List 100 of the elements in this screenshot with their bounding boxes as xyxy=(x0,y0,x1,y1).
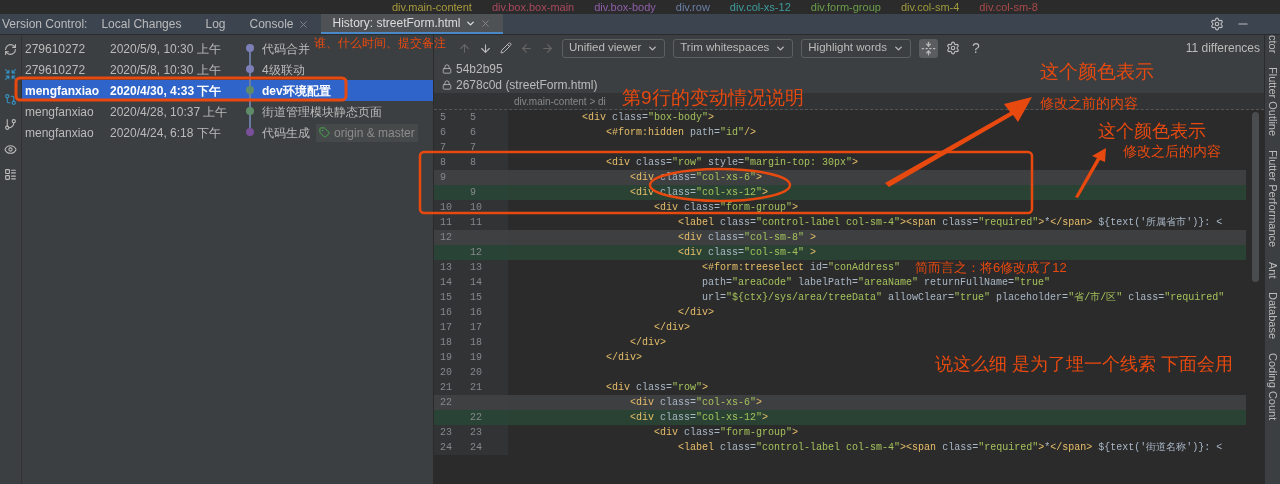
annotation-text: 第9行的变动情况说明 xyxy=(622,88,804,107)
annotation-text: 谁、什么时间、提交备注 xyxy=(314,37,446,49)
side-tab[interactable]: Flutter Performance xyxy=(1264,150,1280,248)
line-number: 13 xyxy=(470,261,482,275)
arrow xyxy=(1075,148,1106,198)
side-tab[interactable]: Coding Count xyxy=(1264,353,1280,421)
collapse-button[interactable] xyxy=(918,38,938,58)
line-number: 17 xyxy=(440,321,452,335)
commit-row[interactable]: 279610272 2020/5/9, 10:30 上午 代码合并 xyxy=(22,38,310,59)
line-number: 20 xyxy=(440,366,452,380)
back-icon[interactable] xyxy=(520,41,533,55)
line-number: 18 xyxy=(470,336,482,350)
arrow-up-icon[interactable] xyxy=(458,41,471,55)
graph-node-icon xyxy=(245,80,255,101)
commit-date: 2020/4/24, 6:18 下午 xyxy=(110,124,221,142)
line-number: 22 xyxy=(470,411,482,425)
tool-tab[interactable]: Local Changes xyxy=(89,14,194,34)
commit-author: mengfanxiao xyxy=(24,124,95,142)
line-number: 6 xyxy=(440,126,446,140)
layout-icon[interactable] xyxy=(4,168,17,181)
line-number: 11 xyxy=(440,216,452,230)
tool-tab[interactable]: Console xyxy=(237,14,321,34)
breadcrumb-item[interactable]: div.col-xs-12 xyxy=(729,0,791,14)
dropdown[interactable]: Unified viewer xyxy=(562,38,666,58)
settings-icon[interactable] xyxy=(945,41,960,55)
scrollbar-track[interactable] xyxy=(1246,110,1264,484)
line-number: 14 xyxy=(440,276,452,290)
tool-tab[interactable]: Log xyxy=(193,14,238,34)
commit-author: mengfanxiao xyxy=(24,82,100,100)
line-number: 22 xyxy=(440,396,452,410)
line-number: 12 xyxy=(470,246,482,260)
line-number: 7 xyxy=(440,141,446,155)
line-number: 8 xyxy=(470,156,476,170)
dropdown[interactable]: Highlight words xyxy=(801,38,911,58)
breadcrumb-item[interactable]: div.box-body xyxy=(594,0,656,14)
commit-date: 2020/4/30, 4:33 下午 xyxy=(110,82,222,100)
refresh-icon[interactable] xyxy=(4,43,17,56)
compare-icon[interactable] xyxy=(4,93,17,106)
dropdown[interactable]: Trim whitespaces xyxy=(673,38,794,58)
line-number: 12 xyxy=(440,231,452,245)
revision-label: 54b2b95 xyxy=(456,61,503,78)
side-tab[interactable]: Database xyxy=(1264,292,1280,340)
line-number: 24 xyxy=(440,441,452,455)
line-number: 19 xyxy=(440,351,452,365)
arrows-icon[interactable] xyxy=(4,68,17,81)
line-number: 9 xyxy=(440,171,446,185)
breadcrumb-item[interactable]: div.col-sm-4 xyxy=(900,0,960,14)
breadcrumb-item[interactable]: div.row xyxy=(675,0,710,14)
line-number: 19 xyxy=(470,351,482,365)
line-number: 11 xyxy=(470,216,482,230)
breadcrumb-item[interactable]: div.form-group xyxy=(810,0,881,14)
side-tab[interactable]: ctor xyxy=(1264,35,1280,54)
tool-window-label: Version Control: xyxy=(1,16,89,33)
branch-icon[interactable] xyxy=(4,118,17,131)
scrollbar-thumb[interactable] xyxy=(1251,112,1259,282)
commit-row[interactable]: 279610272 2020/5/8, 10:30 上午 4级联动 xyxy=(22,59,305,80)
line-number: 8 xyxy=(440,156,446,170)
commit-author: mengfanxiao xyxy=(24,103,95,121)
line-number: 5 xyxy=(470,111,476,125)
help-button[interactable]: ? xyxy=(967,37,984,59)
line-number: 17 xyxy=(470,321,482,335)
edit-icon[interactable] xyxy=(500,42,512,54)
line-number: 18 xyxy=(440,336,452,350)
code-path: div.main-content > di xyxy=(514,94,606,109)
close-icon[interactable] xyxy=(297,18,309,30)
line-number: 5 xyxy=(440,111,446,125)
arrow-down-icon[interactable] xyxy=(479,41,492,55)
line-number: 15 xyxy=(470,291,482,305)
side-tab[interactable]: Ant xyxy=(1264,261,1280,279)
line-number: 10 xyxy=(470,201,482,215)
line-number: 20 xyxy=(470,366,482,380)
annotation-text: 简而言之：将6修改成了12 xyxy=(915,261,1067,274)
commit-row[interactable]: mengfanxiao 2020/4/24, 6:18 下午 代码生成 origin & master xyxy=(22,122,418,143)
graph-node-icon xyxy=(245,101,255,122)
line-number: 23 xyxy=(470,426,482,440)
commit-message: 代码生成 xyxy=(262,124,310,142)
difference-count: 11 differences xyxy=(1185,40,1260,57)
close-icon[interactable] xyxy=(479,17,491,29)
lock-icon xyxy=(442,64,452,74)
branch-tag: origin & master xyxy=(316,123,418,142)
commit-row[interactable]: mengfanxiao 2020/4/30, 4:33 下午 dev环境配置 xyxy=(22,80,433,101)
revision-label: 2678c0d (streetForm.html) xyxy=(456,77,598,94)
commit-message: 4级联动 xyxy=(262,61,305,79)
tool-tab[interactable]: History: streetForm.html xyxy=(320,14,503,34)
forward-icon[interactable] xyxy=(541,41,554,55)
side-tab[interactable]: Flutter Outline xyxy=(1264,67,1280,137)
breadcrumb-item[interactable]: div.main-content xyxy=(392,0,472,14)
line-number: 14 xyxy=(470,276,482,290)
line-number: 9 xyxy=(470,186,476,200)
settings-icon[interactable] xyxy=(1210,17,1224,31)
commit-date: 2020/5/8, 10:30 上午 xyxy=(110,61,221,79)
eye-icon[interactable] xyxy=(4,143,17,156)
commit-date: 2020/5/9, 10:30 上午 xyxy=(110,40,221,58)
line-number: 21 xyxy=(470,381,482,395)
tag-icon xyxy=(319,127,330,138)
commit-row[interactable]: mengfanxiao 2020/4/28, 10:37 上午 街道管理模块静态页面 xyxy=(22,101,382,122)
line-number: 23 xyxy=(440,426,452,440)
annotation-text: 修改之前的内容 xyxy=(1040,96,1138,110)
line-number: 13 xyxy=(440,261,452,275)
commit-date: 2020/4/28, 10:37 上午 xyxy=(110,103,228,121)
